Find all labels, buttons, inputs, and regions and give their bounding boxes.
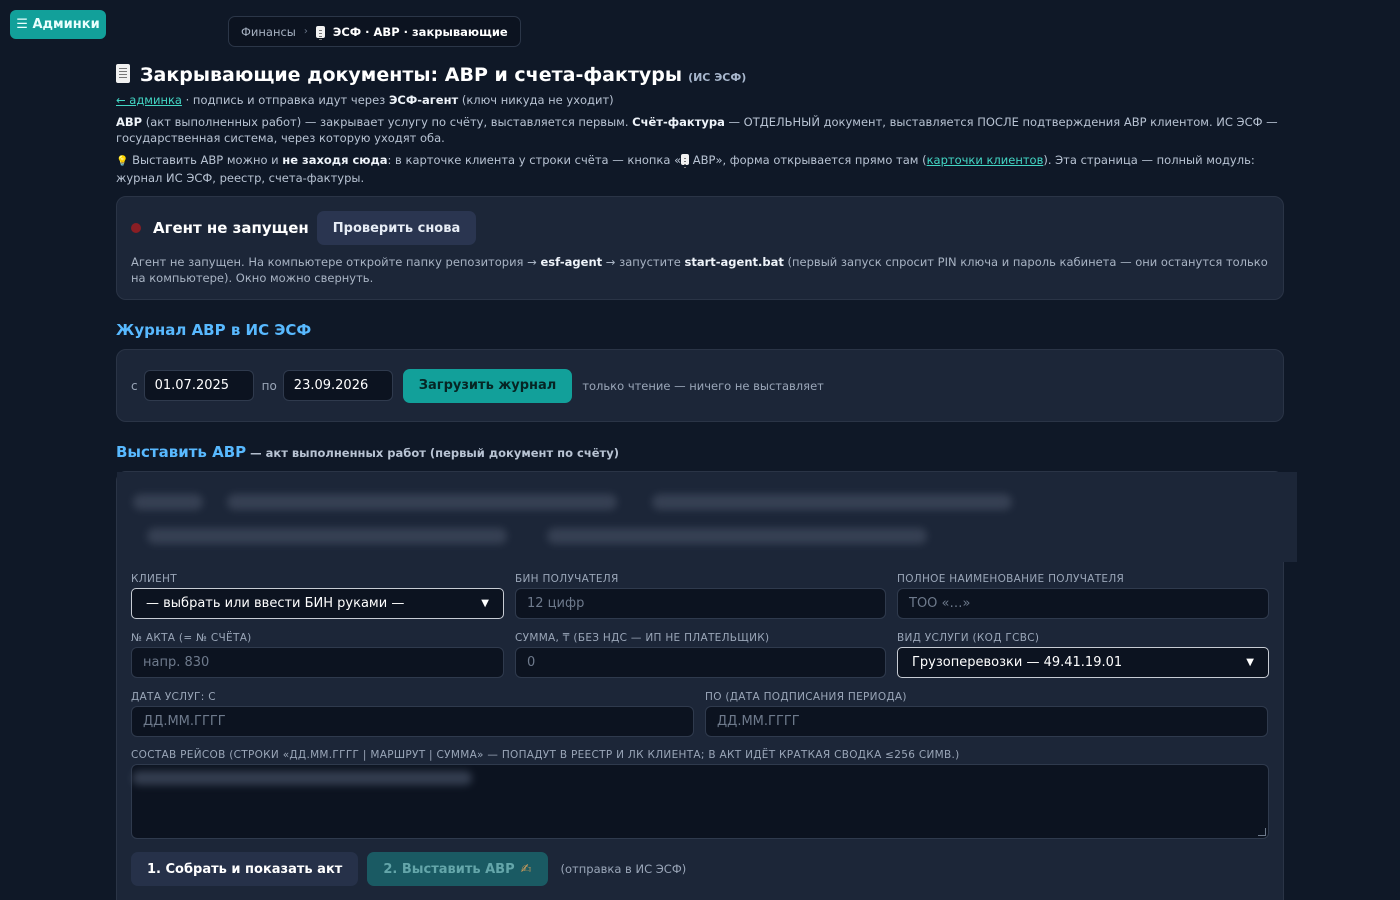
signing-hand-icon: ✍ xyxy=(520,861,532,877)
breadcrumb-parent[interactable]: Финансы xyxy=(241,25,296,39)
breadcrumb-separator: › xyxy=(303,26,308,37)
main-content: Закрывающие документы: АВР и счета-факту… xyxy=(116,62,1297,900)
tip-bold: не заходя сюда xyxy=(282,153,388,167)
chevron-down-icon: ▼ xyxy=(481,598,489,609)
service-date-to-input[interactable]: ДД.ММ.ГГГГ xyxy=(705,706,1268,737)
agent-note-2: → запустите xyxy=(602,255,685,269)
avr-form: Клиент — выбрать или ввести БИН руками —… xyxy=(131,570,1269,886)
back-note-tail: (ключ никуда не уходит) xyxy=(458,93,614,107)
trips-textarea[interactable] xyxy=(131,764,1269,839)
client-select-value: — выбрать или ввести БИН руками — xyxy=(146,596,405,611)
tip: 💡 Выставить АВР можно и не заходя сюда: … xyxy=(116,152,1284,186)
back-link[interactable]: ← админка xyxy=(116,93,182,107)
send-avr-label: 2. Выставить АВР xyxy=(383,861,515,877)
date-from-label: Дата услуг: с xyxy=(131,691,216,703)
service-label: Вид услуги (код ГСВС) xyxy=(897,632,1040,644)
agent-name: ЭСФ-агент xyxy=(388,93,459,107)
resize-handle-icon[interactable] xyxy=(1258,828,1266,836)
admin-menu-button[interactable]: ☰ Админки xyxy=(10,10,106,39)
sum-label: Сумма, ₸ (без НДС — ИП не плательщик) xyxy=(515,632,770,644)
agent-dir: esf-agent xyxy=(540,255,603,269)
document-icon xyxy=(681,154,690,165)
trips-label: Состав рейсов (строки «ДД.ММ.ГГГГ | марш… xyxy=(131,749,960,761)
fullname-label: Полное наименование получателя xyxy=(897,573,1125,585)
status-dot-icon xyxy=(131,223,141,233)
client-label: Клиент xyxy=(131,573,177,585)
document-icon xyxy=(116,64,130,83)
agent-status-card: Агент не запущен Проверить снова Агент н… xyxy=(116,196,1284,300)
journal-heading: Журнал АВР в ИС ЭСФ xyxy=(116,321,312,339)
page-title-text: Закрывающие документы: АВР и счета-факту… xyxy=(140,64,683,86)
avr-heading-text: Выставить АВР xyxy=(116,443,247,461)
journal-card: с 01.07.2025 по 23.09.2026 Загрузить жур… xyxy=(116,349,1284,422)
client-select[interactable]: — выбрать или ввести БИН руками — ▼ xyxy=(131,588,504,619)
sum-input[interactable]: 0 xyxy=(515,647,886,678)
back-line: ← админка · подпись и отправка идут чере… xyxy=(116,92,1284,108)
desc-sf: Счёт-фактура xyxy=(632,115,725,129)
service-select[interactable]: Грузоперевозки — 49.41.19.01 ▼ xyxy=(897,647,1269,678)
agent-file: start-agent.bat xyxy=(684,255,784,269)
act-no-input[interactable]: напр. 830 xyxy=(131,647,504,678)
client-cards-link[interactable]: карточки клиентов xyxy=(927,153,1044,167)
bin-input[interactable]: 12 цифр xyxy=(515,588,886,619)
agent-status-text: Агент не запущен xyxy=(153,219,309,237)
service-date-from-input[interactable]: ДД.ММ.ГГГГ xyxy=(131,706,694,737)
to-label: по xyxy=(261,378,277,393)
fullname-input[interactable]: ТОО «…» xyxy=(897,588,1269,619)
desc-avr: АВР xyxy=(116,115,143,129)
load-journal-button[interactable]: Загрузить журнал xyxy=(402,368,573,403)
send-avr-button[interactable]: 2. Выставить АВР ✍ xyxy=(367,852,548,886)
document-icon xyxy=(315,25,325,38)
avr-form-card: Клиент — выбрать или ввести БИН руками —… xyxy=(116,471,1297,900)
breadcrumb: Финансы › ЭСФ · АВР · закрывающие xyxy=(228,16,521,47)
desc-text-1: (акт выполненных работ) — закрывает услу… xyxy=(142,115,633,129)
page-title: Закрывающие документы: АВР и счета-факту… xyxy=(116,62,1284,90)
build-act-button[interactable]: 1. Собрать и показать акт xyxy=(131,852,359,886)
agent-instructions: Агент не запущен. На компьютере откройте… xyxy=(131,254,1269,286)
redacted-area xyxy=(117,472,1297,562)
description: АВР (акт выполненных работ) — закрывает … xyxy=(116,114,1284,146)
journal-hint: только чтение — ничего не выставляет xyxy=(582,378,824,393)
back-note: · подпись и отправка идут через xyxy=(181,93,389,107)
avr-heading: Выставить АВР — акт выполненных работ (п… xyxy=(116,443,1284,461)
chevron-down-icon: ▼ xyxy=(1246,657,1254,668)
lightbulb-icon: 💡 xyxy=(116,156,129,167)
page-subtitle: (ИС ЭСФ) xyxy=(688,71,747,84)
avr-heading-note: — акт выполненных работ (первый документ… xyxy=(246,446,619,460)
date-to-label: по (дата подписания периода) xyxy=(705,691,907,703)
act-no-label: № акта (= № счёта) xyxy=(131,632,252,644)
service-select-value: Грузоперевозки — 49.41.19.01 xyxy=(912,655,1123,670)
agent-note-1: Агент не запущен. На компьютере откройте… xyxy=(131,255,541,269)
tip-text-3: АВР», форма открывается прямо там ( xyxy=(689,153,927,167)
from-label: с xyxy=(131,378,138,393)
tip-text-1: Выставить АВР можно и xyxy=(128,153,283,167)
breadcrumb-current: ЭСФ · АВР · закрывающие xyxy=(332,24,508,39)
admin-menu-label: ☰ Админки xyxy=(16,17,100,32)
tip-text-2: : в карточке клиента у строки счёта — кн… xyxy=(387,153,682,167)
bin-label: БИН получателя xyxy=(515,573,619,585)
date-from-input[interactable]: 01.07.2025 xyxy=(143,370,254,401)
send-note: (отправка в ИС ЭСФ) xyxy=(560,862,687,876)
retry-button[interactable]: Проверить снова xyxy=(316,211,477,245)
date-to-input[interactable]: 23.09.2026 xyxy=(282,370,393,401)
